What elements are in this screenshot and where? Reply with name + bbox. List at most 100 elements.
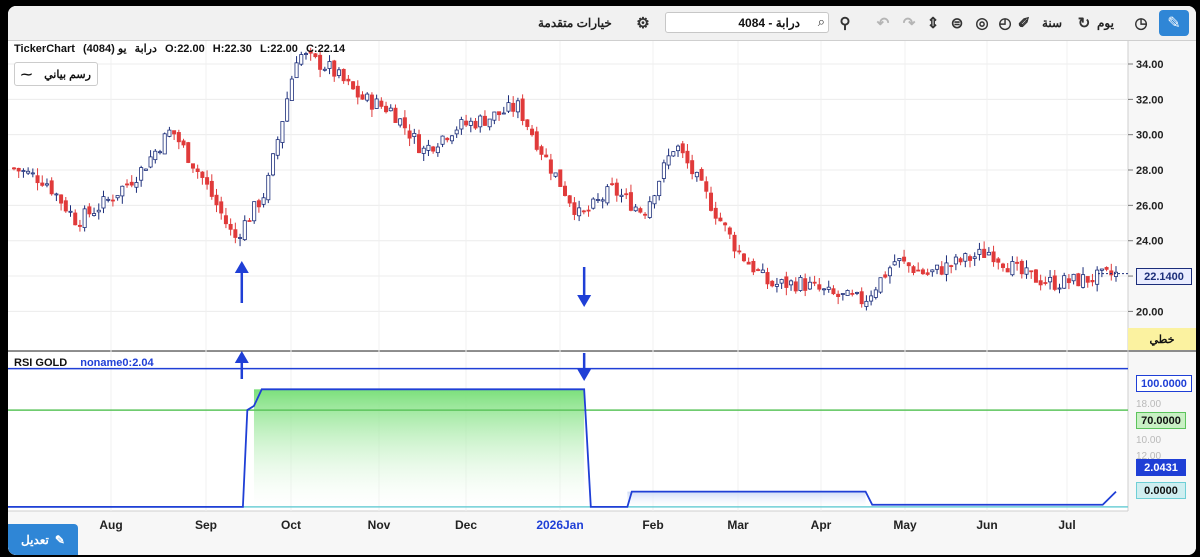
pencil-icon: ✎ bbox=[54, 532, 65, 547]
edit-button[interactable]: تعديل ✎ bbox=[8, 524, 78, 555]
candle-body bbox=[977, 248, 982, 255]
time-axis-label: Feb bbox=[642, 518, 663, 532]
candle-body bbox=[68, 210, 73, 213]
candle-body bbox=[167, 129, 172, 137]
candle-body bbox=[285, 98, 290, 122]
advanced-options-link[interactable]: خيارات متقدمة bbox=[538, 6, 612, 40]
time-axis-label: Apr bbox=[811, 518, 832, 532]
candle-body bbox=[402, 117, 407, 129]
candle-body bbox=[143, 168, 148, 171]
search-icon[interactable]: ⌕ bbox=[818, 14, 825, 30]
speedometer-icon[interactable]: ◴ bbox=[994, 6, 1016, 40]
candle-body bbox=[935, 264, 940, 270]
rsi-name: RSI GOLD bbox=[14, 357, 68, 369]
candle-body bbox=[54, 193, 59, 196]
chart-type-button[interactable]: ⁓ رسم بياني bbox=[14, 62, 98, 86]
candle-body bbox=[299, 54, 304, 65]
candle-body bbox=[600, 199, 605, 202]
clock-icon[interactable]: ◷ bbox=[1130, 6, 1152, 40]
candle-body bbox=[162, 133, 167, 155]
rsi-legend: RSI GOLD noname0:2.04 bbox=[14, 357, 154, 369]
candle-body bbox=[426, 144, 431, 151]
candle-body bbox=[1038, 280, 1043, 286]
gear-icon[interactable]: ⚙ bbox=[632, 6, 654, 40]
chart-canvas[interactable]: 34.0032.0030.0028.0026.0024.0022.0020.00… bbox=[8, 41, 1196, 555]
period-selector[interactable]: يوم bbox=[1097, 6, 1114, 40]
candle-body bbox=[727, 227, 732, 235]
price-tick-label: 32.00 bbox=[1136, 94, 1164, 106]
candle-body bbox=[892, 261, 897, 266]
low-value: L:22.00 bbox=[259, 43, 298, 55]
candle-body bbox=[327, 61, 332, 69]
candle-body bbox=[982, 248, 987, 258]
time-axis-label: Nov bbox=[368, 518, 391, 532]
candle-body bbox=[991, 251, 996, 263]
candle-body bbox=[822, 288, 827, 291]
candle-body bbox=[718, 217, 723, 222]
time-axis-label: Jun bbox=[976, 518, 997, 532]
candle-body bbox=[949, 265, 954, 267]
template-icon[interactable]: ⊜ bbox=[946, 6, 968, 40]
candle-body bbox=[1066, 278, 1071, 284]
candle-body bbox=[1081, 274, 1086, 288]
candle-body bbox=[1052, 275, 1057, 290]
zoom-icon[interactable]: ⚲ bbox=[834, 6, 856, 40]
rsi-lower-label: 0.0000 bbox=[1136, 482, 1186, 499]
candle-body bbox=[63, 200, 68, 212]
candle-body bbox=[96, 209, 101, 213]
range-selector[interactable]: سنة bbox=[1042, 6, 1062, 40]
candle-body bbox=[181, 140, 186, 146]
time-axis-bg bbox=[8, 511, 1196, 555]
candle-body bbox=[831, 288, 836, 295]
last-price-label: 22.1400 bbox=[1136, 268, 1192, 285]
compare-icon[interactable]: ⇕ bbox=[922, 6, 944, 40]
candle-body bbox=[920, 269, 925, 275]
symbol-search-box[interactable]: ⌕ bbox=[665, 12, 829, 33]
candle-body bbox=[77, 224, 82, 227]
rsi-mid-fill bbox=[627, 491, 866, 507]
candle-body bbox=[1043, 282, 1048, 284]
candle-body bbox=[704, 181, 709, 192]
candle-body bbox=[139, 167, 144, 181]
candle-body bbox=[369, 94, 374, 110]
pencil-edit-button[interactable]: ✎ bbox=[1159, 10, 1189, 36]
candle-body bbox=[779, 279, 784, 284]
candle-body bbox=[209, 180, 214, 197]
candle-body bbox=[836, 293, 841, 297]
candle-body bbox=[407, 130, 412, 139]
candle-body bbox=[271, 153, 276, 176]
time-axis-label: 2026Jan bbox=[536, 518, 583, 532]
undo-icon[interactable]: ↶ bbox=[872, 6, 894, 40]
candle-body bbox=[746, 261, 751, 265]
indicator-icon[interactable]: ◎ bbox=[971, 6, 993, 40]
price-tick-label: 20.00 bbox=[1136, 306, 1164, 318]
candle-body bbox=[388, 107, 393, 112]
candle-body bbox=[581, 210, 586, 213]
edit-label: تعديل bbox=[21, 532, 49, 547]
chart-type-label: رسم بياني bbox=[44, 68, 91, 81]
candle-body bbox=[252, 201, 257, 222]
candle-body bbox=[266, 174, 271, 201]
price-tick-label: 34.00 bbox=[1136, 59, 1164, 71]
candle-body bbox=[902, 256, 907, 262]
candle-body bbox=[501, 112, 506, 115]
candle-body bbox=[807, 281, 812, 290]
candle-body bbox=[558, 169, 563, 187]
redo-icon[interactable]: ↷ bbox=[898, 6, 920, 40]
drawing-tool-icon[interactable]: ✐ bbox=[1013, 6, 1035, 40]
candle-body bbox=[506, 102, 511, 112]
symbol-search-input[interactable] bbox=[670, 14, 800, 31]
candle-body bbox=[247, 220, 252, 222]
rsi-current-label: 2.0431 bbox=[1136, 459, 1186, 476]
candle-body bbox=[803, 278, 808, 291]
time-axis-label: Jul bbox=[1058, 518, 1075, 532]
candle-body bbox=[1099, 268, 1104, 271]
candle-body bbox=[614, 182, 619, 196]
scale-type-button[interactable]: خطي bbox=[1128, 328, 1196, 350]
candle-body bbox=[741, 253, 746, 262]
rsi-overbought-fill bbox=[253, 389, 585, 507]
rsi-param: noname0:2.04 bbox=[80, 357, 154, 369]
history-icon[interactable]: ↻ bbox=[1073, 6, 1095, 40]
candle-body bbox=[873, 289, 878, 298]
candle-body bbox=[680, 143, 685, 154]
